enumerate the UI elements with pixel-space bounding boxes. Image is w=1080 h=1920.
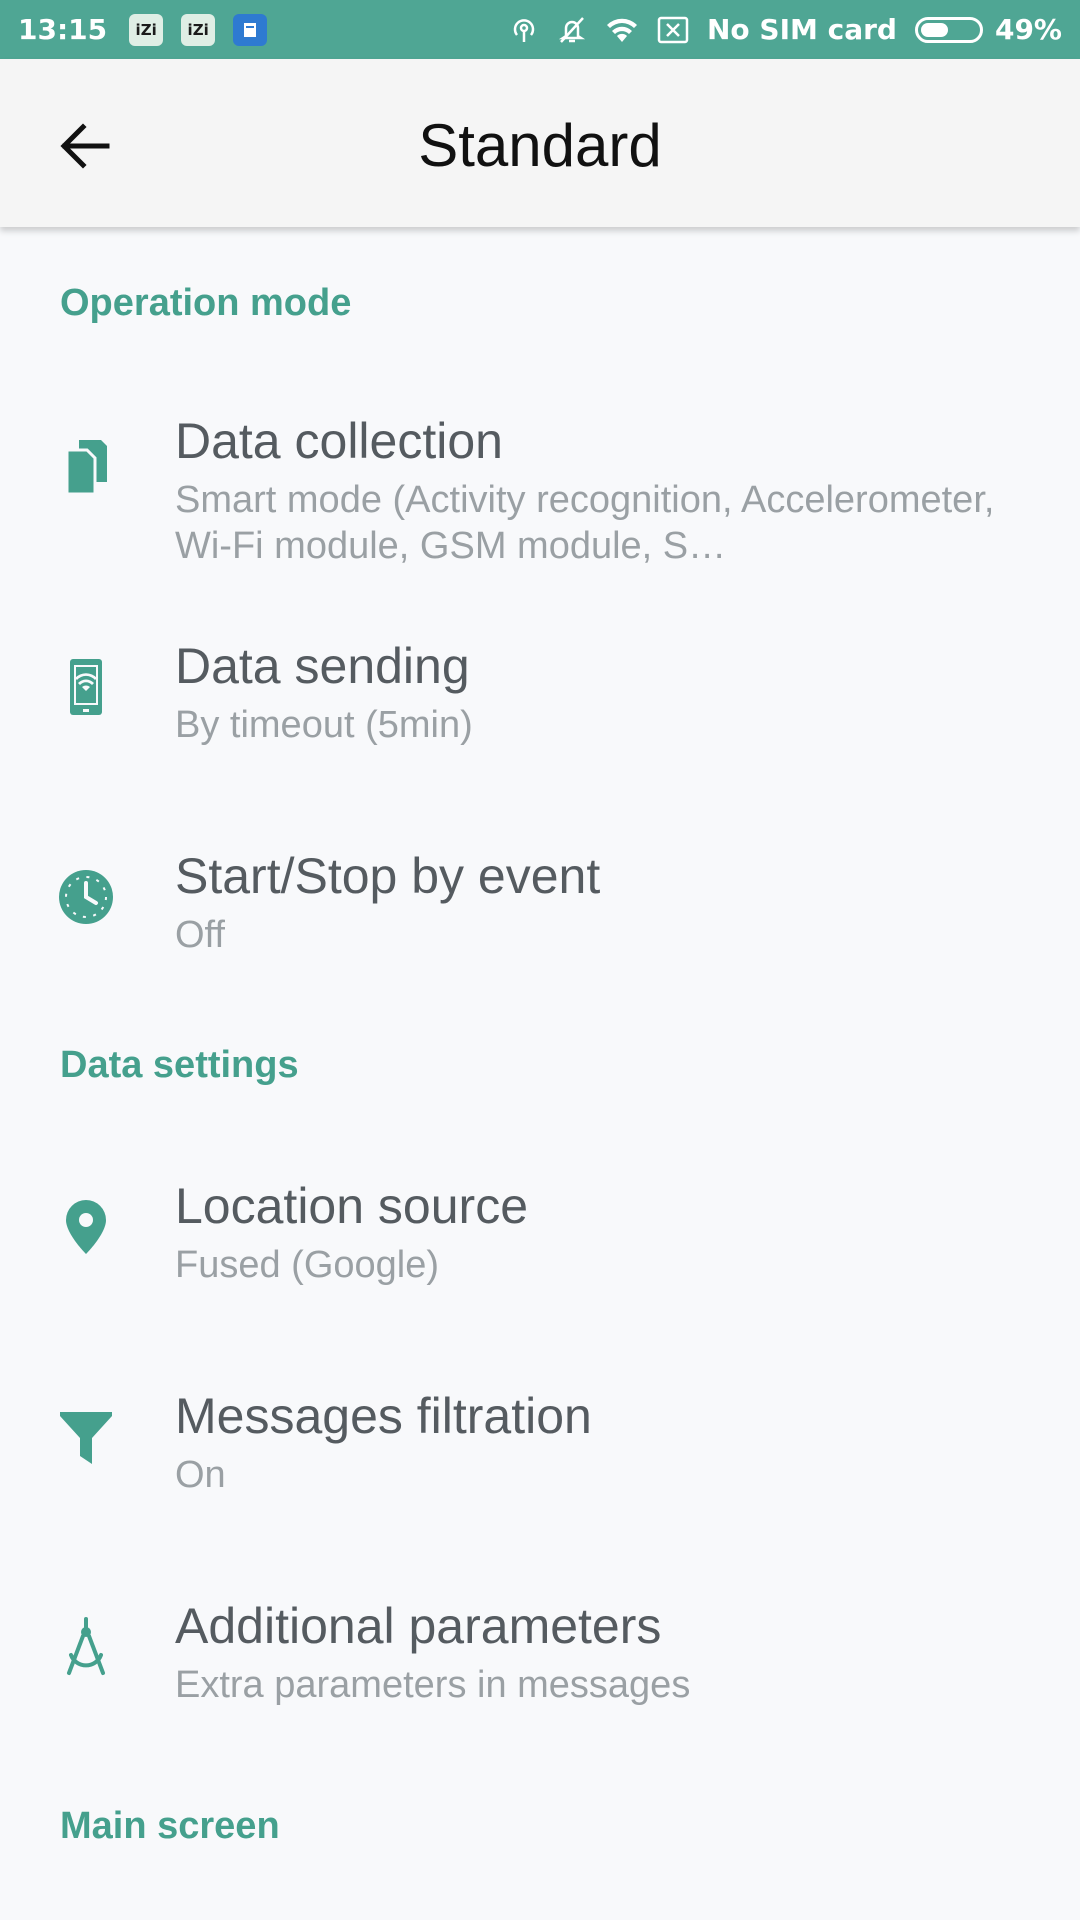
carrier-label: No SIM card (707, 13, 897, 46)
app-notification-icon-izi-2: iZi (181, 13, 216, 46)
setting-subtitle: Fused (Google) (175, 1244, 440, 1286)
app-bar: Standard (0, 59, 1080, 227)
setting-subtitle: By timeout (5min) (175, 704, 473, 746)
documents-icon (56, 437, 116, 497)
setting-additional-parameters[interactable]: Additional parameters Extra parameters i… (0, 1567, 1080, 1737)
no-sim-icon (657, 16, 689, 44)
status-time: 13:15 (18, 13, 108, 46)
app-notification-icon-izi-1: iZi (129, 13, 164, 46)
section-header-operation-mode: Operation mode (60, 282, 352, 324)
setting-title: Data sending (175, 638, 470, 694)
location-pin-icon (56, 1197, 116, 1257)
filter-icon (56, 1407, 116, 1467)
page-title: Standard (418, 112, 662, 179)
setting-messages-filtration[interactable]: Messages filtration On (0, 1357, 1080, 1527)
hotspot-icon (509, 15, 539, 45)
setting-title: Additional parameters (175, 1598, 662, 1654)
clock-icon (56, 867, 116, 927)
battery-icon (914, 16, 983, 43)
setting-title: Messages filtration (175, 1388, 592, 1444)
setting-title: Start/Stop by event (175, 848, 601, 904)
notifications-off-icon (557, 15, 587, 45)
setting-title: Location source (175, 1178, 529, 1234)
wifi-icon (605, 16, 639, 44)
setting-start-stop-by-event[interactable]: Start/Stop by event Off (0, 817, 1080, 987)
setting-title: Data collection (175, 413, 503, 469)
section-header-main-screen: Main screen (60, 1805, 280, 1847)
battery-percent: 49% (994, 13, 1062, 46)
setting-subtitle: Off (175, 914, 225, 956)
phone-wifi-icon (56, 657, 116, 717)
setting-subtitle: Smart mode (Activity recognition, Accele… (175, 479, 995, 567)
setting-data-collection[interactable]: Data collection Smart mode (Activity rec… (0, 377, 1080, 567)
setting-location-source[interactable]: Location source Fused (Google) (0, 1147, 1080, 1317)
setting-subtitle: On (175, 1454, 226, 1496)
compass-drafting-icon (56, 1617, 116, 1677)
setting-data-sending[interactable]: Data sending By timeout (5min) (0, 607, 1080, 777)
section-header-data-settings: Data settings (60, 1044, 299, 1086)
setting-subtitle: Extra parameters in messages (175, 1664, 691, 1706)
status-bar: 13:15 iZi iZi No SIM card 49% (0, 0, 1080, 59)
app-notification-icon-blue (233, 13, 268, 46)
